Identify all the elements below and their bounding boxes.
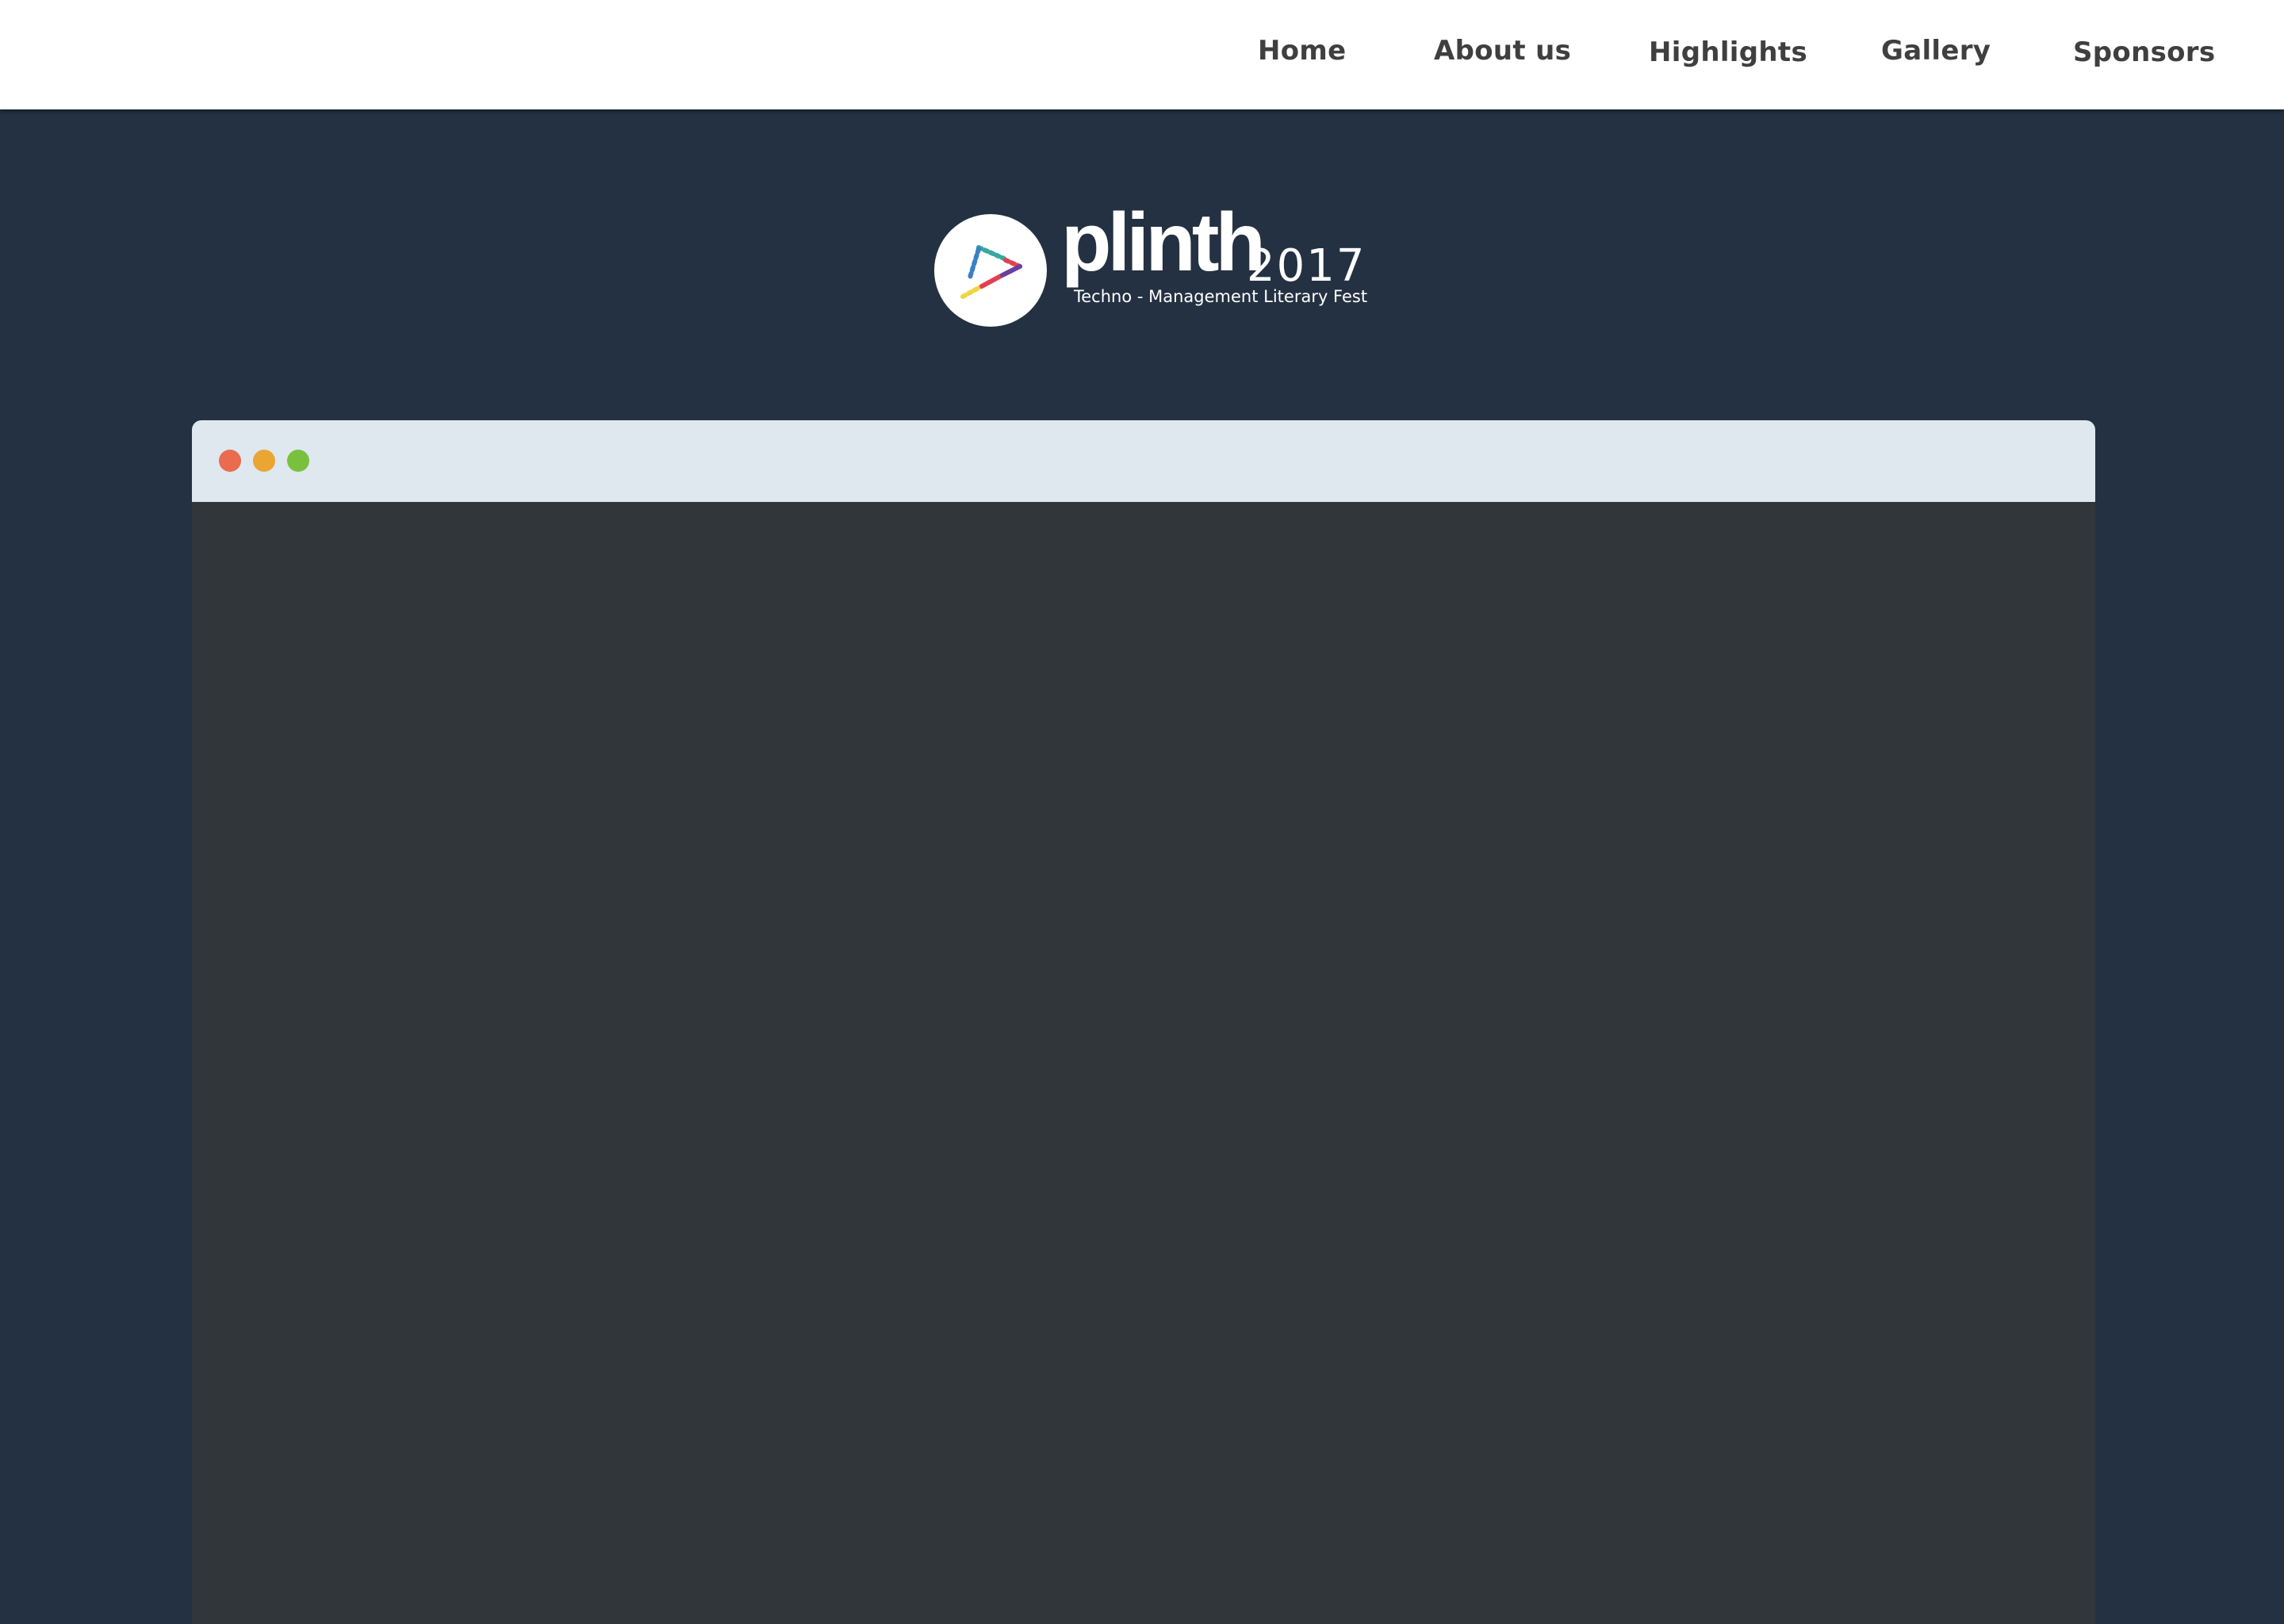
close-dot-icon [219,450,241,472]
minimize-dot-icon [253,450,275,472]
maximize-dot-icon [287,450,309,472]
logo-year: 2017 [1247,240,1366,292]
nav-highlights-link[interactable]: Highlights [1649,36,1807,68]
logo-emblem-icon [934,214,1047,327]
nav-gallery-link[interactable]: Gallery [1881,35,1991,67]
window-title-bar [192,420,2095,502]
nav-home-link[interactable]: Home [1258,35,1347,67]
nav-about-us-link[interactable]: About us [1434,35,1571,67]
top-navbar: Home About us Highlights Gallery Sponsor… [0,0,2284,109]
browser-mockup-window [192,420,2095,1624]
logo-tagline: Techno - Management Literary Fest [1074,287,1368,306]
logo-wordmark: plinth [1061,197,1266,289]
plinth-logo[interactable]: plinth 2017 Techno - Management Literary… [934,201,1367,333]
window-content-area [192,502,2095,1624]
nav-sponsors-link[interactable]: Sponsors [2073,36,2215,68]
